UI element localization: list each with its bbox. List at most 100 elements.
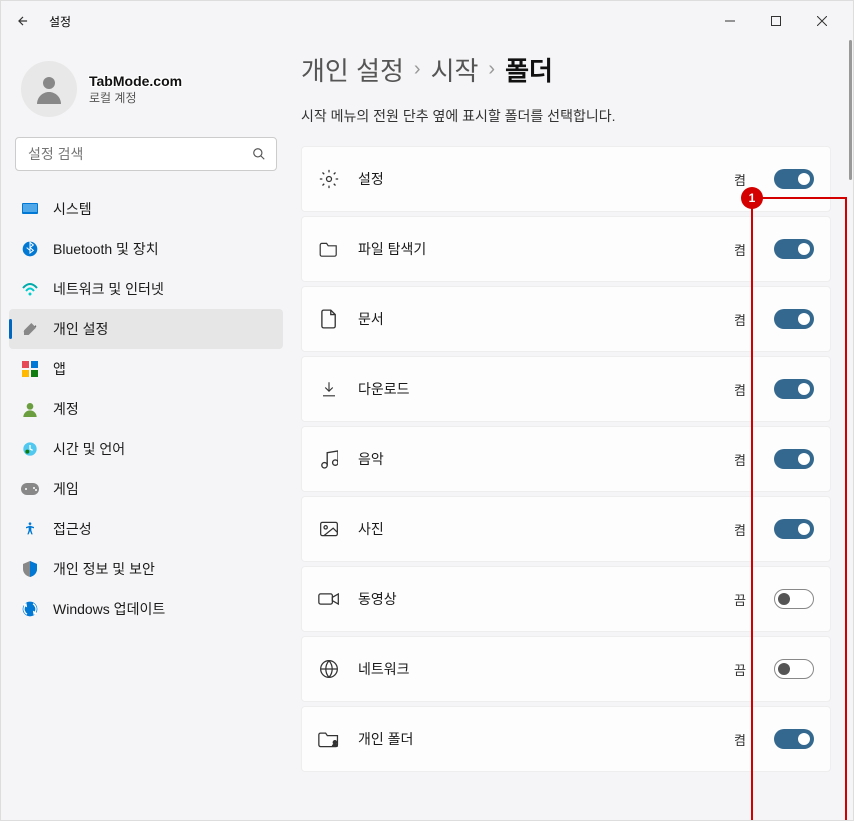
bluetooth-icon (21, 240, 39, 258)
update-icon (21, 600, 39, 618)
network-icon (21, 280, 39, 298)
sidebar-item-label: 개인 설정 (53, 319, 108, 339)
toggle-switch[interactable] (774, 169, 814, 189)
sidebar-item-account[interactable]: 계정 (9, 389, 283, 429)
settings-list: 설정 켬 파일 탐색기 켬 문서 켬 다운로드 켬 음악 켬 사진 켬 동영상 … (301, 146, 831, 772)
toggle-state-label: 켬 (734, 310, 746, 329)
toggle-switch[interactable] (774, 519, 814, 539)
setting-label: 음악 (358, 449, 716, 469)
setting-label: 사진 (358, 519, 716, 539)
setting-label: 설정 (358, 169, 716, 189)
toggle-state-label: 켬 (734, 520, 746, 539)
chevron-right-icon: › (488, 58, 495, 81)
back-button[interactable] (9, 7, 37, 35)
setting-label: 문서 (358, 309, 716, 329)
window-titlebar: 설정 (1, 1, 853, 41)
search-input[interactable] (15, 137, 277, 171)
sidebar-item-label: 게임 (53, 479, 79, 499)
system-icon (21, 200, 39, 218)
breadcrumb-folders: 폴더 (505, 51, 553, 88)
setting-row-gear: 설정 켬 (301, 146, 831, 212)
sidebar-item-network[interactable]: 네트워크 및 인터넷 (9, 269, 283, 309)
page-description: 시작 메뉴의 전원 단추 옆에 표시할 폴더를 선택합니다. (301, 106, 831, 126)
toggle-switch[interactable] (774, 449, 814, 469)
toggle-switch[interactable] (774, 239, 814, 259)
sidebar-item-label: 접근성 (53, 519, 92, 539)
setting-row-video: 동영상 끔 (301, 566, 831, 632)
window-controls (707, 5, 845, 37)
toggle-state-label: 켬 (734, 380, 746, 399)
toggle-switch[interactable] (774, 589, 814, 609)
scrollbar[interactable] (844, 40, 854, 821)
sidebar-item-update[interactable]: Windows 업데이트 (9, 589, 283, 629)
setting-row-download: 다운로드 켬 (301, 356, 831, 422)
sidebar-item-label: 시스템 (53, 199, 92, 219)
chevron-right-icon: › (414, 58, 421, 81)
sidebar-item-label: 네트워크 및 인터넷 (53, 279, 164, 299)
setting-label: 다운로드 (358, 379, 716, 399)
sidebar: TabMode.com 로컬 계정 시스템 Bluetooth 및 장치네트워크 … (1, 41, 291, 820)
toggle-state-label: 켬 (734, 450, 746, 469)
sidebar-item-game[interactable]: 게임 (9, 469, 283, 509)
game-icon (21, 480, 39, 498)
setting-label: 동영상 (358, 589, 716, 609)
setting-row-folder: 파일 탐색기 켬 (301, 216, 831, 282)
breadcrumb: 개인 설정 › 시작 › 폴더 (301, 51, 831, 88)
sidebar-item-bluetooth[interactable]: Bluetooth 및 장치 (9, 229, 283, 269)
search-icon (249, 144, 269, 164)
toggle-state-label: 끔 (734, 590, 746, 609)
toggle-state-label: 켬 (734, 730, 746, 749)
personal-folder-icon (318, 728, 340, 750)
sidebar-item-apps[interactable]: 앱 (9, 349, 283, 389)
setting-row-music: 음악 켬 (301, 426, 831, 492)
profile-info: TabMode.com 로컬 계정 (89, 73, 182, 106)
username: TabMode.com (89, 73, 182, 89)
avatar (21, 61, 77, 117)
globe-icon (318, 658, 340, 680)
breadcrumb-personalization[interactable]: 개인 설정 (301, 51, 404, 88)
setting-row-document: 문서 켬 (301, 286, 831, 352)
sidebar-item-label: 앱 (53, 359, 66, 379)
toggle-state-label: 켬 (734, 240, 746, 259)
personalize-icon (21, 320, 39, 338)
gear-icon (318, 168, 340, 190)
main-content: 개인 설정 › 시작 › 폴더 시작 메뉴의 전원 단추 옆에 표시할 폴더를 … (291, 41, 853, 820)
sidebar-item-system[interactable]: 시스템 (9, 189, 283, 229)
minimize-button[interactable] (707, 5, 753, 37)
sidebar-item-personalize[interactable]: 개인 설정 (9, 309, 283, 349)
toggle-switch[interactable] (774, 379, 814, 399)
toggle-state-label: 끔 (734, 660, 746, 679)
setting-row-photo: 사진 켬 (301, 496, 831, 562)
video-icon (318, 588, 340, 610)
sidebar-item-time[interactable]: 시간 및 언어 (9, 429, 283, 469)
privacy-icon (21, 560, 39, 578)
accessibility-icon (21, 520, 39, 538)
setting-label: 파일 탐색기 (358, 239, 716, 259)
search-container (15, 137, 277, 171)
sidebar-item-accessibility[interactable]: 접근성 (9, 509, 283, 549)
setting-row-personal-folder: 개인 폴더 켬 (301, 706, 831, 772)
sidebar-item-privacy[interactable]: 개인 정보 및 보안 (9, 549, 283, 589)
sidebar-item-label: Bluetooth 및 장치 (53, 239, 159, 259)
sidebar-item-label: 시간 및 언어 (53, 439, 125, 459)
scrollbar-thumb[interactable] (849, 40, 852, 180)
sidebar-item-label: 계정 (53, 399, 79, 419)
time-icon (21, 440, 39, 458)
toggle-switch[interactable] (774, 659, 814, 679)
photo-icon (318, 518, 340, 540)
music-icon (318, 448, 340, 470)
setting-label: 개인 폴더 (358, 729, 716, 749)
person-icon (31, 71, 67, 107)
setting-label: 네트워크 (358, 659, 716, 679)
apps-icon (21, 360, 39, 378)
account-icon (21, 400, 39, 418)
toggle-switch[interactable] (774, 729, 814, 749)
toggle-state-label: 켬 (734, 170, 746, 189)
setting-row-globe: 네트워크 끔 (301, 636, 831, 702)
profile-section[interactable]: TabMode.com 로컬 계정 (9, 51, 283, 133)
maximize-button[interactable] (753, 5, 799, 37)
toggle-switch[interactable] (774, 309, 814, 329)
breadcrumb-start[interactable]: 시작 (431, 51, 479, 88)
window-title: 설정 (49, 13, 71, 30)
close-button[interactable] (799, 5, 845, 37)
